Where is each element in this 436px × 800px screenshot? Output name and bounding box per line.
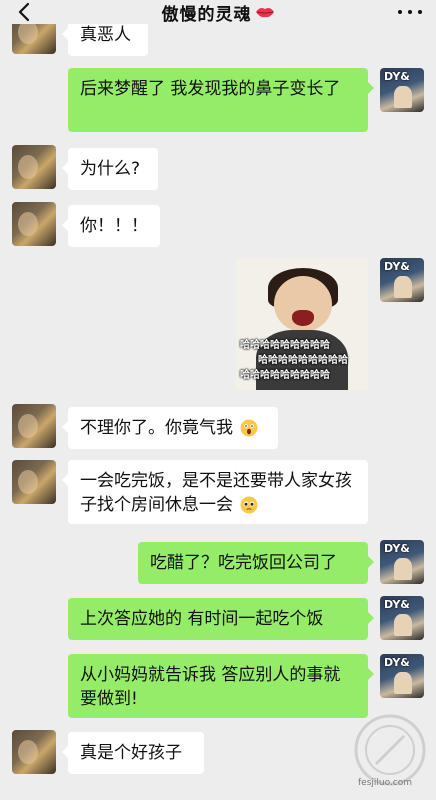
avatar-figure — [394, 276, 412, 298]
chat-title-wrap: 傲慢的灵魂 — [0, 0, 436, 25]
avatar-label: DY& — [384, 260, 410, 273]
avatar[interactable] — [12, 145, 56, 189]
message-text: 后来梦醒了 我发现我的鼻子变长了 — [80, 79, 341, 99]
sticker-caption: 哈哈哈哈哈哈哈哈哈 哈哈哈哈哈哈哈哈哈 哈哈哈哈哈哈哈哈哈 — [240, 338, 364, 383]
sticker-image[interactable]: 哈哈哈哈哈哈哈哈哈 哈哈哈哈哈哈哈哈哈 哈哈哈哈哈哈哈哈哈 — [236, 258, 368, 390]
watermark-text: fesjiluo.com — [358, 778, 413, 788]
message-bubble[interactable]: 一会吃完饭，是不是还要带人家女孩子找个房间休息一会 — [62, 460, 368, 524]
avatar[interactable] — [12, 404, 56, 448]
scream-face-icon — [240, 419, 258, 437]
avatar[interactable]: DY& — [380, 596, 424, 640]
more-dots-icon — [398, 10, 402, 14]
message-text: 真恶人 — [80, 25, 131, 45]
message-bubble[interactable]: 后来梦醒了 我发现我的鼻子变长了 — [68, 68, 374, 132]
message-bubble[interactable]: 你！！！ — [62, 205, 160, 247]
message-bubble[interactable]: 上次答应她的 有时间一起吃个饭 — [68, 598, 374, 640]
pleading-face-icon — [240, 496, 258, 514]
avatar[interactable]: DY& — [380, 654, 424, 698]
avatar-figure — [394, 614, 412, 636]
message-text: 吃醋了？吃完饭回公司了 — [150, 553, 337, 573]
more-dot — [418, 10, 422, 14]
message-text: 一会吃完饭，是不是还要带人家女孩子找个房间休息一会 — [80, 471, 352, 515]
chat-header: 傲慢的灵魂 — [0, 0, 436, 25]
message-text: 为什么? — [80, 159, 141, 179]
avatar[interactable]: DY& — [380, 540, 424, 584]
lips-icon — [255, 5, 275, 19]
avatar-figure — [394, 672, 412, 694]
message-text: 你！！！ — [80, 216, 148, 236]
message-bubble[interactable]: 真是个好孩子 — [62, 732, 204, 774]
message-bubble[interactable]: 吃醋了？吃完饭回公司了 — [138, 542, 374, 584]
message-text: 不理你了。你竟气我 — [80, 418, 233, 438]
avatar-label: DY& — [384, 598, 410, 611]
sticker-caption-line: 哈哈哈哈哈哈哈哈哈 — [258, 355, 348, 366]
message-text: 上次答应她的 有时间一起吃个饭 — [80, 609, 324, 629]
message-text: 真是个好孩子 — [80, 743, 182, 763]
sticker-caption-line: 哈哈哈哈哈哈哈哈哈 — [240, 340, 330, 351]
avatar-figure — [394, 558, 412, 580]
avatar-figure — [394, 86, 412, 108]
sticker-caption-line: 哈哈哈哈哈哈哈哈哈 — [240, 370, 330, 381]
avatar-label: DY& — [384, 656, 410, 669]
message-text: 从小妈妈就告诉我 答应别人的事就要做到! — [80, 665, 341, 709]
sticker-mouth — [292, 310, 314, 326]
avatar-label: DY& — [384, 70, 410, 83]
avatar-label: DY& — [384, 542, 410, 555]
avatar[interactable]: DY& — [380, 258, 424, 302]
avatar[interactable] — [12, 730, 56, 774]
chat-title: 傲慢的灵魂 — [161, 4, 252, 25]
message-bubble[interactable]: 为什么? — [62, 148, 158, 190]
avatar[interactable]: DY& — [380, 68, 424, 112]
watermark-logo-icon — [354, 714, 426, 786]
more-options-button[interactable] — [398, 3, 422, 21]
avatar[interactable] — [12, 202, 56, 246]
message-bubble[interactable]: 不理你了。你竟气我 — [62, 407, 278, 449]
message-bubble[interactable]: 从小妈妈就告诉我 答应别人的事就要做到! — [68, 654, 374, 718]
more-dot — [408, 10, 412, 14]
avatar[interactable] — [12, 460, 56, 504]
